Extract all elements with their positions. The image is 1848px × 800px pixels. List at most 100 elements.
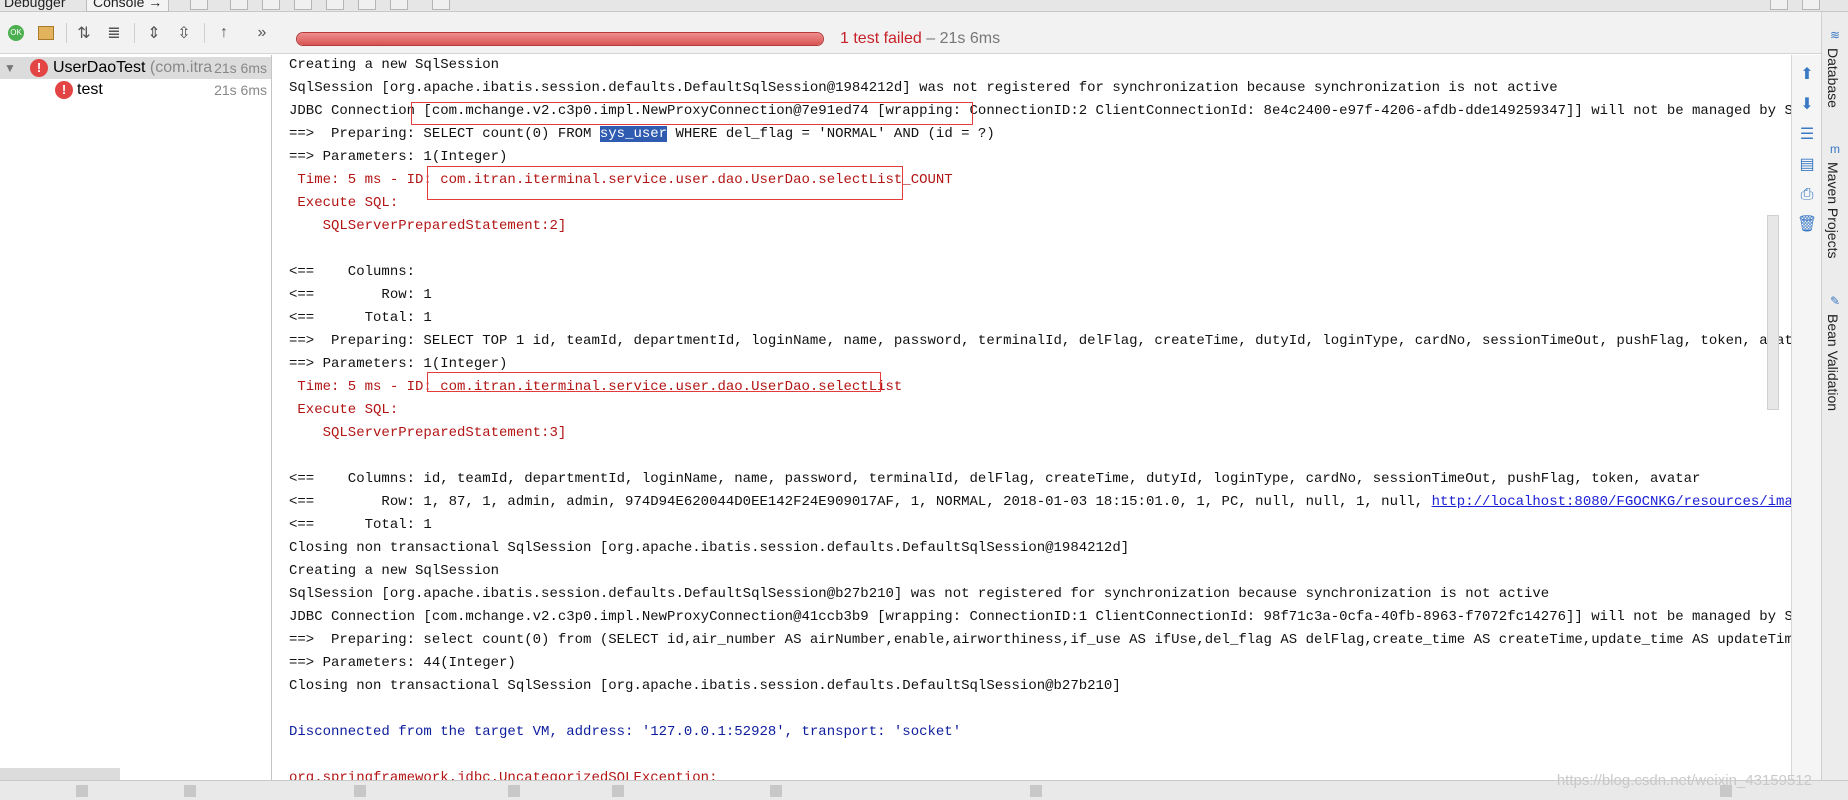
console-line-text: ==> Preparing: SELECT count(0) FROM [289, 126, 600, 142]
console-line-text: SqlSession [org.apache.ibatis.session.de… [289, 586, 1550, 602]
console-line: ==> Preparing: SELECT count(0) FROM sys_… [289, 124, 995, 144]
console-line-text-rest: WHERE del_flag = 'NORMAL' AND (id = ?) [667, 126, 995, 142]
step-out-icon[interactable] [326, 0, 344, 10]
more-icon[interactable]: » [250, 21, 274, 45]
console-line: Disconnected from the target VM, address… [289, 722, 961, 742]
console-line-text: JDBC Connection [com.mchange.v2.c3p0.imp… [289, 609, 1791, 625]
bottom-tool-icon[interactable] [612, 785, 624, 797]
console-output[interactable]: Creating a new SqlSession SqlSession [org… [273, 55, 1791, 780]
sort-alpha-icon[interactable]: ⇅ [72, 21, 96, 45]
console-line-text: ==> Preparing: SELECT TOP 1 id, teamId, … [289, 333, 1791, 349]
console-line: SqlSession [org.apache.ibatis.session.de… [289, 584, 1549, 604]
console-line: org.springframework.jdbc.UncategorizedSQ… [289, 768, 717, 780]
console-line: <== Row: 1 [289, 285, 432, 305]
test-runner-toolbar: OK ⇅ ≣ ⇕ ⇳ ↑ » 1 test failed – 21s 6ms [0, 12, 1848, 54]
highlight-box [427, 372, 881, 392]
console-line-text: Execute SQL: [289, 402, 399, 418]
ignored-filter-icon[interactable] [34, 21, 58, 45]
console-line: ==> Parameters: 1(Integer) [289, 147, 507, 167]
expand-all-icon[interactable]: ⇕ [142, 21, 166, 45]
expand-arrow-icon[interactable]: ▼ [4, 57, 16, 79]
console-line: <== Total: 1 [289, 515, 432, 535]
previous-failed-icon[interactable]: ↑ [212, 21, 236, 45]
soft-wrap-icon[interactable]: ☰ [1795, 123, 1819, 147]
test-status: 1 test failed – 21s 6ms [840, 30, 1000, 48]
console-line: SQLServerPreparedStatement:2] [289, 216, 567, 236]
test-progress-fill [297, 33, 823, 45]
evaluate-icon[interactable] [432, 0, 450, 10]
selected-text[interactable]: sys_user [599, 126, 668, 142]
test-duration: 21s 6ms [214, 60, 267, 76]
sidebar-tab-database[interactable]: Database [1825, 48, 1841, 108]
console-line-text: <== Columns: [289, 264, 416, 280]
database-icon: ≋ [1829, 28, 1841, 42]
console-line-text: ==> Parameters: 44(Integer) [289, 655, 516, 671]
run-to-cursor-icon[interactable] [390, 0, 408, 10]
step-into-icon[interactable] [262, 0, 280, 10]
tab-console[interactable]: Console → [86, 0, 170, 12]
error-icon: ! [55, 81, 73, 99]
sidebar-tab-bean-validation[interactable]: Bean Validation [1825, 314, 1841, 411]
console-line-text: Execute SQL: [289, 195, 399, 211]
clear-all-icon[interactable]: 🗑 [1795, 213, 1819, 237]
console-line: JDBC Connection [com.mchange.v2.c3p0.imp… [289, 607, 1791, 627]
console-line-text: Disconnected from the target VM, address… [289, 724, 962, 740]
console-tab-label: Console [93, 0, 145, 10]
console-line: Execute SQL: [289, 400, 398, 420]
console-line: <== Row: 1, 87, 1, admin, admin, 974D94E… [289, 492, 1791, 512]
error-icon: ! [30, 59, 48, 77]
print-icon[interactable]: ⎙ [1795, 183, 1819, 207]
bottom-tool-icon[interactable] [184, 785, 196, 797]
console-line: <== Columns: id, teamId, departmentId, l… [289, 469, 1700, 489]
console-line-text: ==> Preparing: select count(0) from (SEL… [289, 632, 1791, 648]
sort-duration-icon[interactable]: ≣ [102, 21, 126, 45]
console-line-text: Closing non transactional SqlSession [or… [289, 678, 1121, 694]
console-line-text: <== Row: 1 [289, 287, 432, 303]
test-method-name: test [77, 81, 103, 98]
highlight-box [411, 102, 973, 125]
layout-icon[interactable] [190, 0, 208, 10]
tree-item-test[interactable]: ! test 21s 6ms [0, 79, 271, 101]
collapse-all-icon[interactable]: ⇳ [172, 21, 196, 45]
console-vertical-scrollbar[interactable] [1767, 215, 1779, 410]
console-line: Execute SQL: [289, 193, 398, 213]
console-line-text: Creating a new SqlSession [289, 563, 500, 579]
console-line: Creating a new SqlSession [289, 561, 499, 581]
bottom-tool-icon[interactable] [76, 785, 88, 797]
settings-icon[interactable] [1802, 0, 1820, 10]
tool-window-tabs: Debugger Console → [0, 0, 1848, 12]
test-class-package: (com.itra [145, 59, 213, 76]
console-line-text: SQLServerPreparedStatement:3] [289, 425, 567, 441]
restore-layout-icon[interactable] [1770, 0, 1788, 10]
console-line: ==> Preparing: select count(0) from (SEL… [289, 630, 1791, 650]
console-line: <== Total: 1 [289, 308, 432, 328]
console-line: SQLServerPreparedStatement:3] [289, 423, 567, 443]
bottom-tool-icon[interactable] [770, 785, 782, 797]
test-class-name: UserDaoTest [53, 59, 146, 76]
console-line: ==> Parameters: 44(Integer) [289, 653, 516, 673]
down-arrow-icon[interactable]: ⬇ [1795, 93, 1819, 117]
bottom-tool-icon[interactable] [1030, 785, 1042, 797]
drop-frame-icon[interactable] [358, 0, 376, 10]
passed-filter-icon[interactable]: OK [4, 21, 28, 45]
step-over-icon[interactable] [230, 0, 248, 10]
console-line: ==> Preparing: SELECT TOP 1 id, teamId, … [289, 331, 1791, 351]
tree-item-userdaotest[interactable]: ▼ ! UserDaoTest (com.itra 21s 6ms [0, 57, 271, 79]
highlight-box [427, 166, 903, 200]
tree-horizontal-scrollbar[interactable] [0, 768, 120, 780]
console-line: Closing non transactional SqlSession [or… [289, 538, 1129, 558]
console-line: Creating a new SqlSession [289, 55, 499, 75]
up-arrow-icon[interactable]: ⬆ [1795, 63, 1819, 87]
bottom-tool-icon[interactable] [508, 785, 520, 797]
test-duration: 21s 6ms [214, 82, 267, 98]
bottom-tool-icon[interactable] [354, 785, 366, 797]
console-actions: ⬆ ⬇ ☰ ▤ ⎙ 🗑 [1791, 55, 1821, 780]
tab-debugger[interactable]: Debugger [4, 0, 66, 12]
right-sidebar: ≋ Database m Maven Projects ✎ Bean Valid… [1821, 12, 1848, 780]
force-step-into-icon[interactable] [294, 0, 312, 10]
console-link[interactable]: http://localhost:8080/FGOCNKG/resources/… [1432, 494, 1791, 510]
sidebar-tab-maven-projects[interactable]: Maven Projects [1825, 162, 1841, 258]
console-line: ==> Parameters: 1(Integer) [289, 354, 507, 374]
console-line-text: <== Total: 1 [289, 310, 432, 326]
scroll-to-end-icon[interactable]: ▤ [1795, 153, 1819, 177]
